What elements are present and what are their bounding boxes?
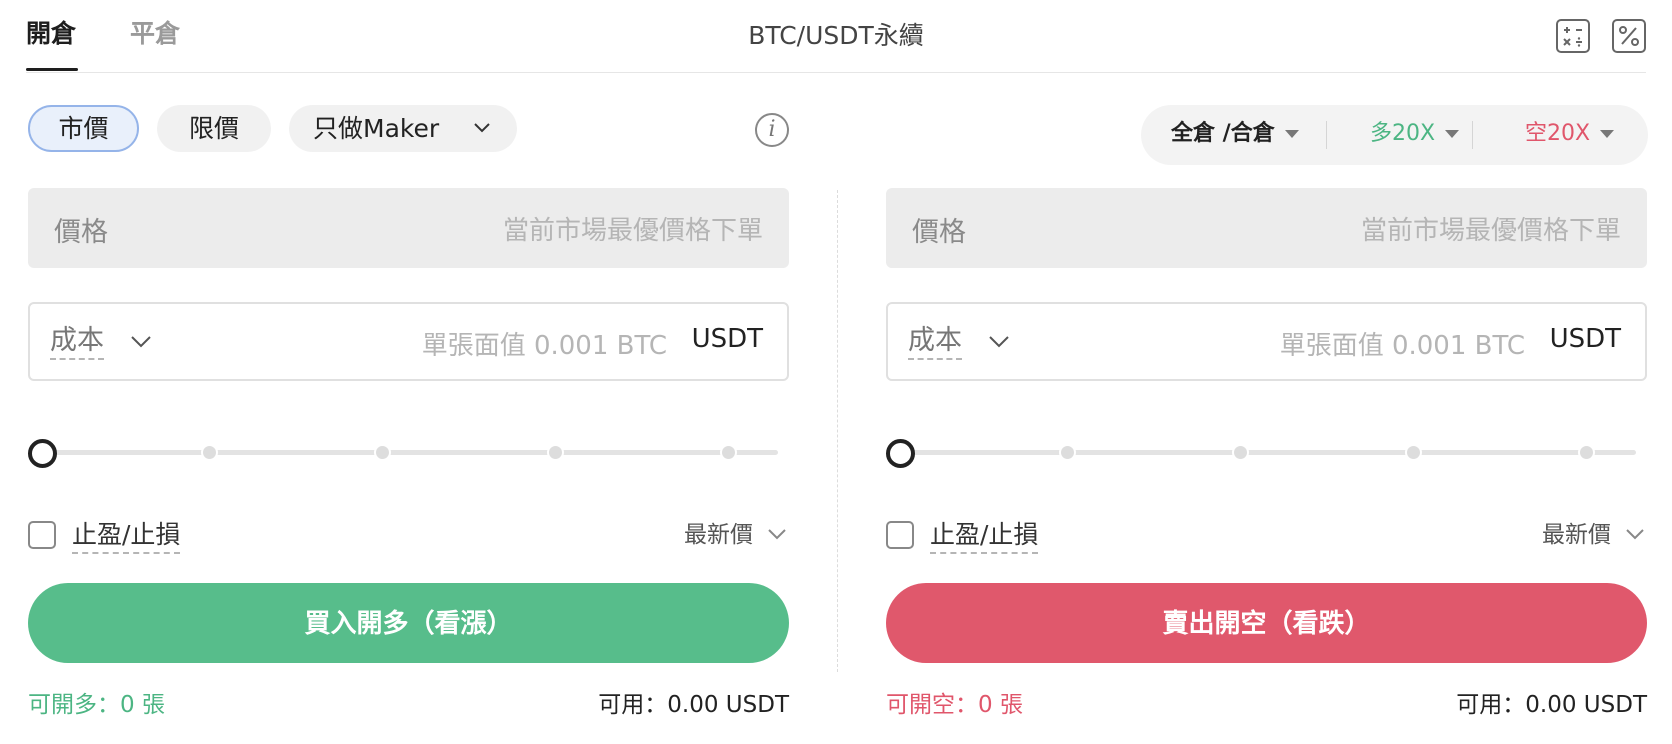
chevron-down-icon[interactable] bbox=[130, 335, 152, 349]
price-placeholder: 當前市場最優價格下單 bbox=[1360, 216, 1621, 246]
price-placeholder: 當前市場最優價格下單 bbox=[502, 216, 763, 246]
slider-stop[interactable] bbox=[1232, 444, 1249, 461]
slider-stop[interactable] bbox=[374, 444, 391, 461]
buy-panel: 價格 當前市場最優價格下單 成本 單張面值 0.001 BTC USDT 止盈/… bbox=[28, 188, 789, 744]
long-leverage-label: 多20X bbox=[1370, 121, 1436, 146]
sell-panel: 價格 當前市場最優價格下單 成本 單張面值 0.001 BTC USDT 止盈/… bbox=[886, 188, 1647, 744]
separator bbox=[1326, 121, 1327, 149]
sell-short-button[interactable]: 賣出開空（看跌） bbox=[886, 583, 1647, 663]
price-type-label: 最新價 bbox=[684, 522, 753, 548]
slider-stop[interactable] bbox=[1059, 444, 1076, 461]
tp-sl-checkbox[interactable] bbox=[886, 521, 914, 549]
cost-input[interactable]: 成本 單張面值 0.001 BTC USDT bbox=[28, 302, 789, 381]
slider-stop[interactable] bbox=[720, 444, 737, 461]
active-tab-underline bbox=[26, 68, 78, 71]
order-type-limit-button[interactable]: 限價 bbox=[157, 105, 271, 152]
price-type-dropdown[interactable]: 最新價 bbox=[684, 518, 789, 552]
cost-type-selector[interactable]: 成本 bbox=[908, 324, 962, 360]
amount-slider[interactable] bbox=[28, 438, 789, 468]
slider-handle[interactable] bbox=[28, 439, 57, 468]
column-divider bbox=[837, 190, 838, 672]
tp-sl-label[interactable]: 止盈/止損 bbox=[72, 518, 181, 554]
caret-down-icon bbox=[1445, 130, 1460, 138]
sell-footer: 可開空：0 張 可用：0.00 USDT bbox=[886, 688, 1647, 722]
cost-placeholder: 單張面值 0.001 BTC bbox=[1279, 331, 1525, 361]
caret-down-icon bbox=[1284, 130, 1299, 138]
chevron-down-icon bbox=[1626, 529, 1644, 540]
available-balance: 可用：0.00 USDT bbox=[598, 692, 789, 718]
cost-unit: USDT bbox=[691, 324, 763, 354]
tp-sl-row: 止盈/止損 最新價 bbox=[886, 518, 1647, 558]
chevron-down-icon bbox=[474, 123, 490, 133]
tp-sl-row: 止盈/止損 最新價 bbox=[28, 518, 789, 558]
slider-track bbox=[896, 450, 1636, 455]
available-short-amount: 可開空：0 張 bbox=[886, 692, 1023, 718]
info-icon[interactable]: i bbox=[755, 113, 789, 147]
buy-footer: 可開多：0 張 可用：0.00 USDT bbox=[28, 688, 789, 722]
buy-long-button[interactable]: 買入開多（看漲） bbox=[28, 583, 789, 663]
order-panel-header: 開倉 平倉 BTC/USDT永續 bbox=[0, 0, 1672, 74]
available-balance: 可用：0.00 USDT bbox=[1456, 692, 1647, 718]
chevron-down-icon bbox=[768, 529, 786, 540]
caret-down-icon bbox=[1600, 130, 1615, 138]
slider-stop[interactable] bbox=[201, 444, 218, 461]
tp-sl-checkbox[interactable] bbox=[28, 521, 56, 549]
price-type-label: 最新價 bbox=[1542, 522, 1611, 548]
price-type-dropdown[interactable]: 最新價 bbox=[1542, 518, 1647, 552]
page-title: BTC/USDT永續 bbox=[748, 21, 924, 50]
cost-placeholder: 單張面值 0.001 BTC bbox=[421, 331, 667, 361]
price-label: 價格 bbox=[912, 217, 966, 248]
slider-stop[interactable] bbox=[547, 444, 564, 461]
slider-track bbox=[38, 450, 778, 455]
margin-mode-label: 全倉 /合倉 bbox=[1171, 121, 1275, 146]
margin-mode-dropdown[interactable]: 全倉 /合倉 bbox=[1171, 119, 1299, 149]
price-label: 價格 bbox=[54, 217, 108, 248]
long-leverage-dropdown[interactable]: 多20X bbox=[1370, 119, 1460, 149]
short-leverage-label: 空20X bbox=[1525, 121, 1591, 146]
price-field: 價格 當前市場最優價格下單 bbox=[28, 188, 789, 268]
slider-stop[interactable] bbox=[1405, 444, 1422, 461]
chevron-down-icon[interactable] bbox=[988, 335, 1010, 349]
short-leverage-dropdown[interactable]: 空20X bbox=[1525, 119, 1615, 149]
header-divider bbox=[26, 72, 1646, 73]
slider-handle[interactable] bbox=[886, 439, 915, 468]
cost-input[interactable]: 成本 單張面值 0.001 BTC USDT bbox=[886, 302, 1647, 381]
price-field: 價格 當前市場最優價格下單 bbox=[886, 188, 1647, 268]
cost-type-selector[interactable]: 成本 bbox=[50, 324, 104, 360]
percent-icon[interactable] bbox=[1612, 19, 1646, 53]
tp-sl-label[interactable]: 止盈/止損 bbox=[930, 518, 1039, 554]
order-type-maker-label: 只做Maker bbox=[313, 114, 440, 143]
order-type-maker-dropdown[interactable]: 只做Maker bbox=[289, 105, 517, 152]
calculator-icon[interactable] bbox=[1556, 19, 1590, 53]
cost-unit: USDT bbox=[1549, 324, 1621, 354]
available-long-amount: 可開多：0 張 bbox=[28, 692, 165, 718]
slider-stop[interactable] bbox=[1578, 444, 1595, 461]
margin-leverage-bar: 全倉 /合倉 多20X 空20X bbox=[1141, 105, 1648, 165]
amount-slider[interactable] bbox=[886, 438, 1647, 468]
separator bbox=[1472, 121, 1473, 149]
order-type-market-button[interactable]: 市價 bbox=[28, 105, 139, 152]
